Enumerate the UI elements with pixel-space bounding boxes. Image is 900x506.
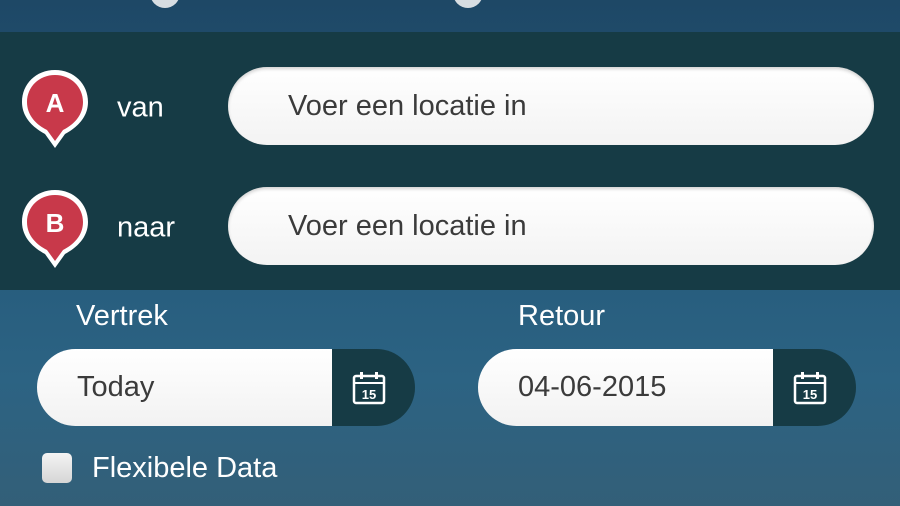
- calendar-icon: 15: [352, 371, 386, 404]
- from-row: A van: [0, 62, 900, 162]
- return-label: Retour: [518, 300, 606, 332]
- trip-type-strip: [0, 0, 900, 32]
- flexible-dates-row: Flexibele Data: [42, 452, 277, 484]
- departure-label: Vertrek: [76, 300, 168, 332]
- departure-date-value[interactable]: Today: [37, 349, 332, 426]
- from-location-input[interactable]: [228, 67, 874, 145]
- to-row: B naar: [0, 182, 900, 282]
- location-panel: A van B naar: [0, 32, 900, 290]
- to-label: naar: [117, 211, 176, 244]
- trip-type-radio-2[interactable]: [453, 0, 483, 8]
- marker-b-letter: B: [46, 208, 65, 238]
- marker-a-letter: A: [46, 88, 65, 118]
- trip-type-radio-1[interactable]: [150, 0, 180, 8]
- map-pin-a-icon: A: [22, 70, 88, 148]
- return-calendar-button[interactable]: 15: [773, 349, 856, 426]
- calendar-icon: 15: [793, 371, 827, 404]
- to-location-input[interactable]: [228, 187, 874, 265]
- departure-calendar-button[interactable]: 15: [332, 349, 415, 426]
- from-label: van: [117, 91, 164, 124]
- flexible-dates-label[interactable]: Flexibele Data: [92, 452, 277, 485]
- calendar-day: 15: [803, 387, 817, 402]
- map-pin-b-icon: B: [22, 190, 88, 268]
- departure-date-field[interactable]: Today 15: [37, 349, 415, 426]
- flexible-dates-checkbox[interactable]: [42, 453, 72, 483]
- calendar-day: 15: [362, 387, 376, 402]
- return-date-value[interactable]: 04-06-2015: [478, 349, 773, 426]
- return-date-field[interactable]: 04-06-2015 15: [478, 349, 856, 426]
